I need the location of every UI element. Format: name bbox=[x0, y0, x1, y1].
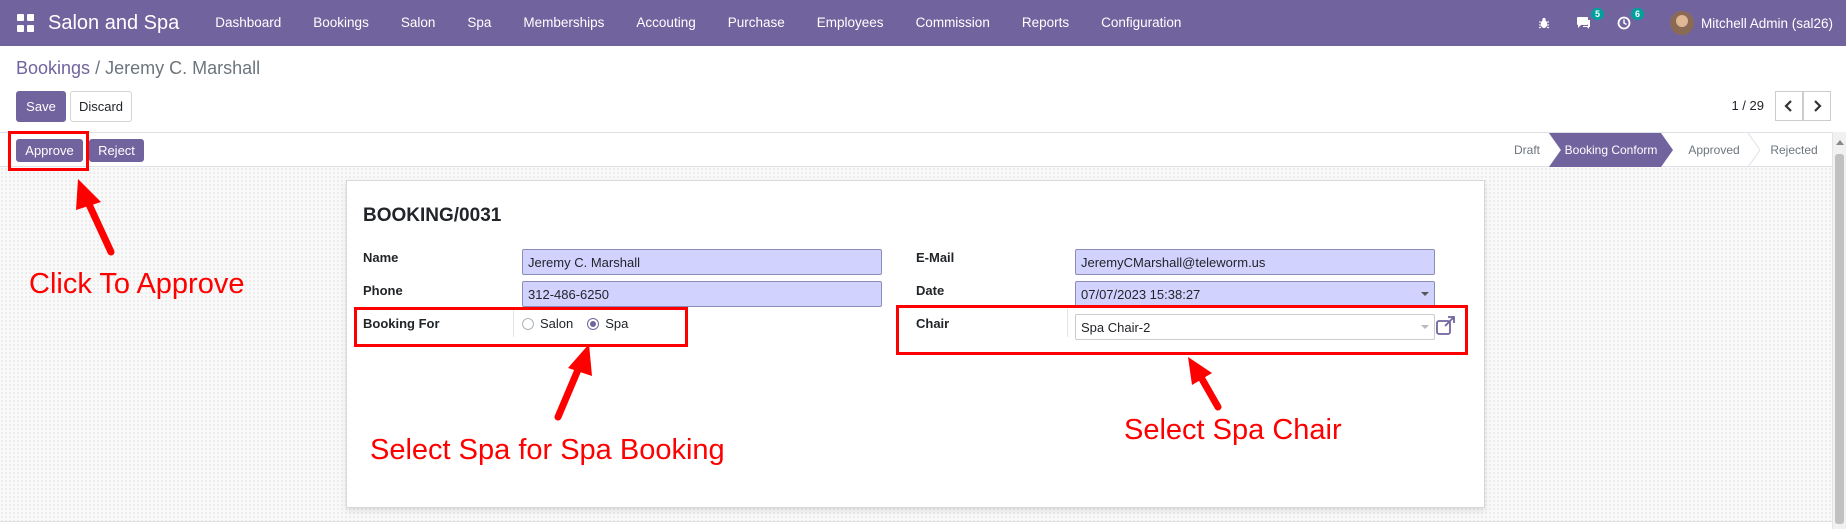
menu-employees[interactable]: Employees bbox=[801, 0, 900, 46]
annotation-select-spa-chair: Select Spa Chair bbox=[1124, 414, 1342, 446]
menu-memberships[interactable]: Memberships bbox=[507, 0, 620, 46]
bug-icon[interactable] bbox=[1532, 11, 1556, 35]
activities-clock-icon[interactable]: 6 bbox=[1612, 8, 1644, 35]
chevron-right-icon bbox=[1814, 100, 1822, 112]
date-dropdown-icon[interactable] bbox=[1421, 292, 1429, 296]
chair-highlight-box bbox=[896, 305, 1468, 355]
breadcrumb: Bookings / Jeremy C. Marshall bbox=[16, 58, 260, 79]
email-field[interactable]: JeremyCMarshall@teleworm.us bbox=[1075, 249, 1435, 275]
user-avatar[interactable] bbox=[1669, 11, 1694, 35]
app-brand[interactable]: Salon and Spa bbox=[48, 12, 179, 35]
phone-field[interactable]: 312-486-6250 bbox=[522, 281, 882, 307]
date-value[interactable]: 07/07/2023 15:38:27 bbox=[1081, 287, 1200, 302]
menu-spa[interactable]: Spa bbox=[451, 0, 507, 46]
annotation-click-to-approve: Click To Approve bbox=[29, 268, 245, 300]
date-label: Date bbox=[916, 283, 945, 298]
approve-highlight-box bbox=[8, 131, 89, 171]
pager-value[interactable]: 1 / 29 bbox=[1731, 98, 1764, 113]
top-navbar: Salon and Spa Dashboard Bookings Salon S… bbox=[0, 0, 1846, 46]
menu-bookings[interactable]: Bookings bbox=[297, 0, 385, 46]
breadcrumb-current: Jeremy C. Marshall bbox=[105, 58, 261, 78]
vertical-scrollbar[interactable] bbox=[1832, 132, 1846, 529]
main-menu: Dashboard Bookings Salon Spa Memberships… bbox=[199, 0, 1197, 46]
menu-accouting[interactable]: Accouting bbox=[620, 0, 711, 46]
annotation-select-spa: Select Spa for Spa Booking bbox=[370, 434, 725, 466]
name-field[interactable]: Jeremy C. Marshall bbox=[522, 249, 882, 275]
stage-approved[interactable]: Approved bbox=[1676, 133, 1752, 167]
form-statusbar: Approve Reject Draft Booking Conform App… bbox=[0, 132, 1832, 167]
reject-button[interactable]: Reject bbox=[89, 139, 144, 162]
user-menu[interactable]: Mitchell Admin (sal26) bbox=[1701, 16, 1833, 31]
stage-rejected[interactable]: Rejected bbox=[1762, 133, 1826, 167]
stage-booking-conform[interactable]: Booking Conform bbox=[1549, 133, 1673, 167]
breadcrumb-separator: / bbox=[95, 58, 101, 78]
pager-previous-button[interactable] bbox=[1775, 91, 1803, 121]
arrow-up-left-icon bbox=[76, 179, 115, 256]
scrollbar-thumb[interactable] bbox=[1835, 154, 1844, 524]
menu-commission[interactable]: Commission bbox=[900, 0, 1006, 46]
breadcrumb-bookings[interactable]: Bookings bbox=[16, 58, 90, 78]
menu-dashboard[interactable]: Dashboard bbox=[199, 0, 297, 46]
page-bottom-edge bbox=[0, 521, 1832, 529]
scroll-up-arrow-icon[interactable] bbox=[1836, 140, 1844, 145]
stage-divider bbox=[1748, 133, 1760, 167]
discard-button[interactable]: Discard bbox=[70, 91, 132, 122]
navbar-systray: 5 6 Mitchell Admin (sal26) bbox=[1532, 0, 1846, 46]
menu-configuration[interactable]: Configuration bbox=[1085, 0, 1197, 46]
date-field[interactable]: 07/07/2023 15:38:27 bbox=[1075, 281, 1435, 307]
activities-badge: 6 bbox=[1630, 8, 1644, 20]
menu-reports[interactable]: Reports bbox=[1006, 0, 1085, 46]
menu-salon[interactable]: Salon bbox=[385, 0, 452, 46]
arrow-up-left-icon bbox=[1188, 357, 1222, 411]
phone-label: Phone bbox=[363, 283, 403, 298]
arrow-up-right-icon bbox=[554, 344, 592, 421]
booking-reference: BOOKING/0031 bbox=[363, 205, 502, 226]
apps-menu-icon[interactable] bbox=[17, 14, 35, 32]
messages-badge: 5 bbox=[1590, 8, 1604, 20]
messages-icon[interactable]: 5 bbox=[1572, 8, 1604, 35]
name-label: Name bbox=[363, 250, 399, 265]
email-label: E-Mail bbox=[916, 250, 955, 265]
chevron-left-icon bbox=[1784, 100, 1792, 112]
save-button[interactable]: Save bbox=[16, 91, 66, 122]
stage-draft[interactable]: Draft bbox=[1502, 133, 1552, 167]
pager-next-button[interactable] bbox=[1803, 91, 1831, 121]
menu-purchase[interactable]: Purchase bbox=[712, 0, 801, 46]
booking-for-highlight-box bbox=[354, 307, 688, 347]
